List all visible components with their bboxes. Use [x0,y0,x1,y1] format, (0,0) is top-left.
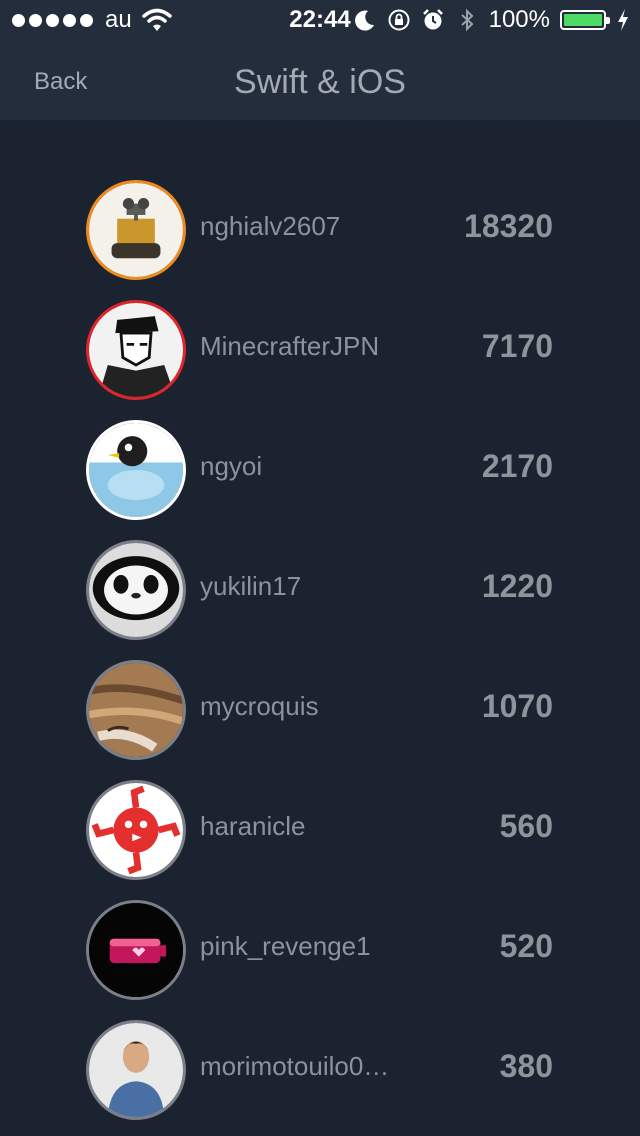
logo-avatar [86,780,186,880]
list-item[interactable]: MinecrafterJPN 7170 [0,290,640,410]
page-title: Swift & iOS [234,63,406,101]
score: 2170 [481,448,553,484]
list-item[interactable]: mycroquis 1070 [0,650,640,770]
list-item[interactable]: pink_revenge1 520 [0,890,640,1010]
alarm-icon [422,9,443,30]
list-item[interactable]: haranicle 560 [0,770,640,890]
battery-icon [560,10,610,30]
status-bar: au 22:44 100% [0,0,640,40]
username: yukilin17 [200,571,302,601]
username: ngyoi [200,451,263,481]
ranking-list: nghialv2607 18320 MinecrafterJPN 7170 ng… [0,170,640,1130]
cat-avatar [86,660,186,760]
list-item[interactable]: yukilin17 1220 [0,530,640,650]
username: mycroquis [200,691,319,721]
navigation-bar: Back Swift & iOS [0,40,640,120]
score: 380 [499,1048,553,1084]
manga-avatar [86,300,186,400]
score: 520 [499,928,553,964]
list-item[interactable]: nghialv2607 18320 [0,170,640,290]
list-item[interactable]: ngyoi 2170 [0,410,640,530]
score: 1070 [481,688,553,724]
status-right: 100% [353,6,630,34]
score: 18320 [464,208,553,244]
person-avatar [86,1020,186,1120]
panda-avatar [86,540,186,640]
orientation-lock-icon [388,9,410,31]
username: MinecrafterJPN [200,331,380,361]
username: morimotouilo0… [200,1051,390,1081]
score: 1220 [481,568,553,604]
list-item[interactable]: morimotouilo0… 380 [0,1010,640,1130]
bluetooth-icon [460,8,474,32]
battery-avatar [86,900,186,1000]
robot-avatar [86,180,186,280]
penguin-avatar [86,420,186,520]
moon-icon [354,10,374,31]
score: 7170 [481,328,553,364]
username: pink_revenge1 [200,931,371,961]
username: nghialv2607 [200,211,341,241]
charging-icon [618,9,628,31]
screen: au 22:44 100% Back Swift & iOS nghialv26… [0,0,640,1136]
score: 560 [499,808,553,844]
battery-percent: 100% [488,6,550,33]
username: haranicle [200,811,306,841]
